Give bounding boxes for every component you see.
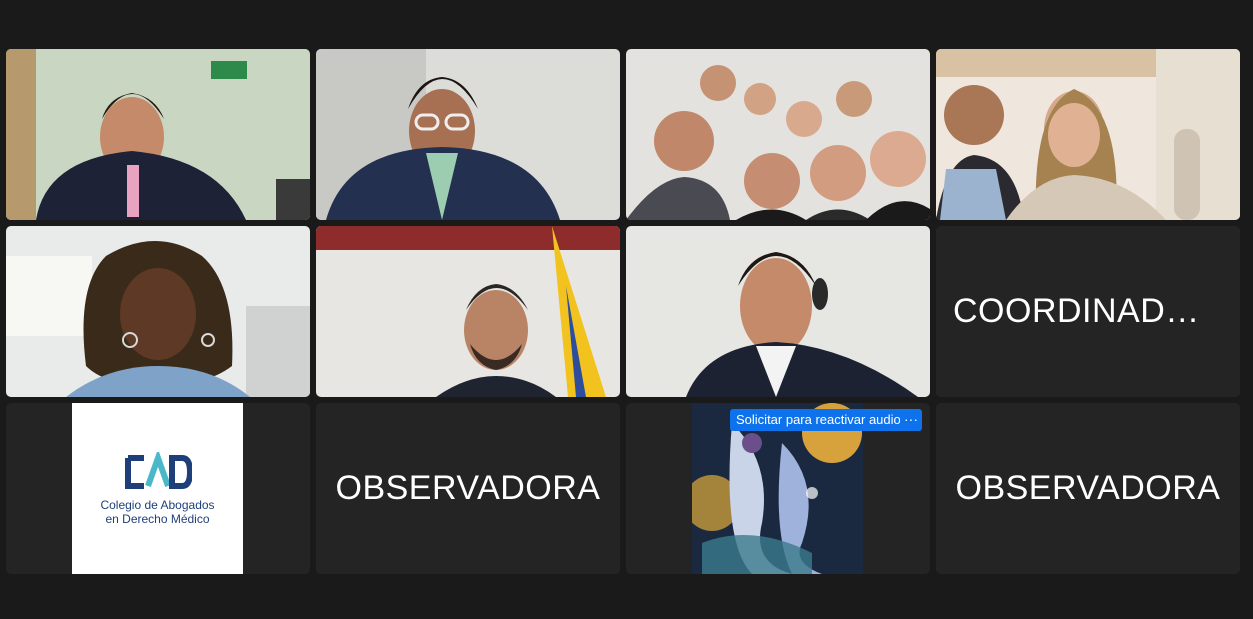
organization-logo: Colegio de Abogados en Derecho Médico	[72, 403, 243, 574]
participant-video-1	[6, 49, 310, 220]
participant-video-3	[626, 49, 930, 220]
participant-tile-5[interactable]	[6, 226, 310, 397]
participant-tile-9[interactable]: Colegio de Abogados en Derecho Médico	[6, 403, 310, 574]
participant-tile-1[interactable]	[6, 49, 310, 220]
participant-tile-10[interactable]: OBSERVADORA	[316, 403, 620, 574]
participant-tile-7[interactable]	[626, 226, 930, 397]
ellipsis-icon[interactable]: ···	[900, 409, 922, 431]
logo-line-1: Colegio de Abogados	[100, 497, 215, 512]
participant-tile-8[interactable]: COORDINADOR...	[936, 226, 1240, 397]
participant-tile-2[interactable]	[316, 49, 620, 220]
participant-name-10: OBSERVADORA	[335, 469, 601, 507]
cad-logo-icon	[124, 451, 192, 489]
participant-tile-4[interactable]	[936, 49, 1240, 220]
participant-tile-12[interactable]: OBSERVADORA	[936, 403, 1240, 574]
participant-tile-11[interactable]: Solicitar para reactivar audio ···	[626, 403, 930, 574]
request-unmute-button[interactable]: Solicitar para reactivar audio	[730, 409, 907, 431]
participant-name-8: COORDINADOR...	[953, 292, 1223, 330]
participant-video-4	[936, 49, 1240, 220]
logo-line-2: en Derecho Médico	[105, 511, 210, 526]
participant-video-7	[626, 226, 930, 397]
participant-tile-3[interactable]	[626, 49, 930, 220]
participant-video-2	[316, 49, 620, 220]
participant-video-6	[316, 226, 620, 397]
participant-tile-6[interactable]	[316, 226, 620, 397]
participant-video-5	[6, 226, 310, 397]
participant-name-12: OBSERVADORA	[955, 469, 1221, 507]
gallery-grid: COORDINADOR... Colegio de Abogados en De…	[6, 49, 1240, 574]
